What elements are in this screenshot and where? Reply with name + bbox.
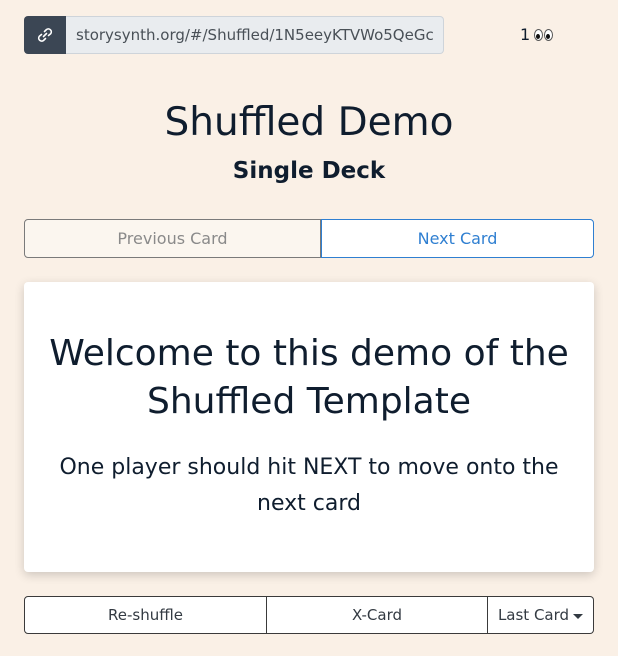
card-heading: Welcome to this demo of the Shuffled Tem…	[49, 333, 569, 422]
last-card-dropdown[interactable]: Last Card	[488, 596, 594, 634]
page-title: Shuffled Demo	[164, 100, 454, 145]
copy-link-button[interactable]	[24, 16, 66, 54]
last-card-label: Last Card	[497, 606, 570, 624]
next-card-button[interactable]: Next Card	[321, 219, 594, 258]
viewer-count: 1	[520, 25, 554, 44]
deck-subtitle: Single Deck	[232, 158, 386, 184]
x-card-label: X-Card	[351, 606, 403, 624]
card-actions: Re-shuffle X-Card Last Card	[24, 596, 594, 634]
caret-down-icon	[573, 613, 584, 619]
reshuffle-label: Re-shuffle	[108, 606, 183, 624]
card-body-text: One player should hit NEXT to move onto …	[59, 455, 559, 516]
top-bar: 1	[24, 16, 594, 54]
viewer-count-number: 1	[520, 25, 531, 44]
story-card: Welcome to this demo of the Shuffled Tem…	[24, 282, 594, 572]
share-url-input[interactable]	[66, 16, 444, 54]
x-card-button[interactable]: X-Card	[267, 596, 488, 634]
eyes-icon	[534, 28, 554, 41]
previous-card-button[interactable]: Previous Card	[24, 219, 321, 258]
card-navigation: Previous Card Next Card	[24, 219, 594, 258]
share-link-group	[24, 16, 444, 54]
link-icon	[37, 28, 53, 42]
reshuffle-button[interactable]: Re-shuffle	[24, 596, 267, 634]
